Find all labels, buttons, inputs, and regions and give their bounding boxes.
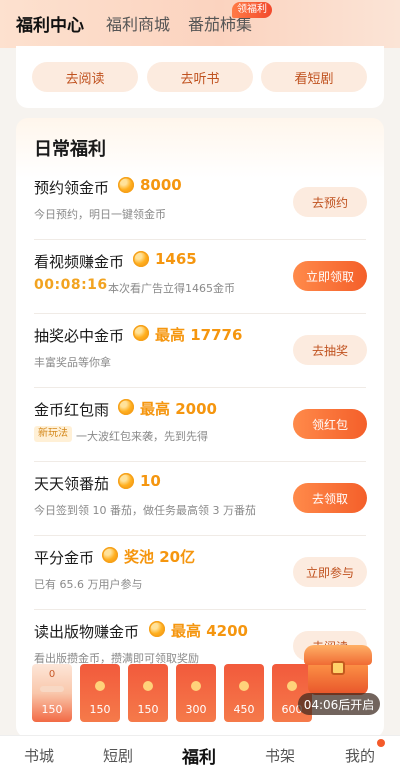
task-row-red-packet-rain: 金币红包雨 最高 2000 新玩法 一大波红包来袭，先到先得 领红包 <box>16 388 384 462</box>
tab-welfare-center[interactable]: 福利中心 <box>16 11 84 36</box>
task-title: 平分金币 <box>34 549 95 567</box>
go-listen-button[interactable]: 去听书 <box>147 62 253 92</box>
coin-icon <box>118 399 134 415</box>
nav-bookstore[interactable]: 书城 <box>24 745 54 766</box>
envelope-value: 150 <box>41 703 63 716</box>
task-row-video: 看视频赚金币 1465 00:08:16 本次看广告立得1465金币 立即领取 <box>16 240 384 314</box>
envelope-seal-icon <box>287 681 297 691</box>
coin-icon <box>133 325 149 341</box>
envelope-value: 150 <box>137 703 159 716</box>
envelope-seal-icon <box>239 681 249 691</box>
task-subtitle: 已有 65.6 万用户参与 <box>34 578 143 591</box>
new-feature-tag: 新玩法 <box>34 426 72 442</box>
envelope-seal-icon <box>143 681 153 691</box>
task-amount: 1465 <box>155 250 197 268</box>
coin-icon <box>118 473 134 489</box>
task-amount: 10 <box>140 472 161 490</box>
chest-lock-icon <box>331 661 345 675</box>
treasure-chest-icon[interactable] <box>302 645 374 695</box>
envelope-value: 150 <box>89 703 111 716</box>
envelope-progress-text: 0 <box>48 669 56 680</box>
task-title: 抽奖必中金币 <box>34 327 125 345</box>
tab-welfare-mall[interactable]: 福利商城 <box>106 11 170 35</box>
task-subtitle: 今日预约，明日一键领金币 <box>34 208 166 221</box>
envelope-value: 450 <box>233 703 255 716</box>
watch-drama-button[interactable]: 看短剧 <box>261 62 367 92</box>
task-title: 天天领番茄 <box>34 475 110 493</box>
nav-short-drama[interactable]: 短剧 <box>103 745 133 766</box>
coin-icon <box>118 177 134 193</box>
task-title: 看视频赚金币 <box>34 253 125 271</box>
nav-profile[interactable]: 我的 <box>345 745 375 766</box>
tab-badge: 领福利 <box>232 2 272 18</box>
coin-icon <box>149 621 165 637</box>
task-row-share-coins: 平分金币 奖池 20亿 已有 65.6 万用户参与 立即参与 <box>16 536 384 610</box>
task-title: 读出版物赚金币 <box>34 623 140 641</box>
envelope-seal-icon <box>191 681 201 691</box>
red-envelope[interactable]: 150 <box>80 664 120 722</box>
chest-countdown[interactable]: 04:06后开启 <box>298 693 380 715</box>
envelope-value: 300 <box>185 703 207 716</box>
notification-dot <box>377 739 385 747</box>
section-title: 日常福利 <box>34 139 106 160</box>
task-subtitle: 丰富奖品等你拿 <box>34 356 111 369</box>
lottery-button[interactable]: 去抽奖 <box>293 335 367 365</box>
claim-now-button[interactable]: 立即领取 <box>293 261 367 291</box>
go-read-button[interactable]: 去阅读 <box>32 62 138 92</box>
join-now-button[interactable]: 立即参与 <box>293 557 367 587</box>
red-envelope[interactable]: 150 <box>128 664 168 722</box>
bottom-navigation: 书城 短剧 福利 书架 我的 <box>0 735 400 782</box>
nav-bookshelf[interactable]: 书架 <box>265 745 295 766</box>
task-amount: 最高 4200 <box>171 622 248 640</box>
top-tab-bar: 福利中心 福利商城 番茄柿集 领福利 <box>0 0 400 48</box>
reserve-button[interactable]: 去预约 <box>293 187 367 217</box>
task-amount: 8000 <box>140 176 182 194</box>
red-envelope[interactable]: 300 <box>176 664 216 722</box>
task-subtitle: 本次看广告立得1465金币 <box>108 282 235 295</box>
nav-welfare[interactable]: 福利 <box>182 743 216 768</box>
task-row-reserve: 预约领金币 8000 今日预约，明日一键领金币 去预约 <box>16 166 384 240</box>
task-subtitle: 一大波红包来袭，先到先得 <box>76 430 208 443</box>
red-envelope[interactable]: 0 150 <box>32 664 72 722</box>
envelope-seal-icon <box>95 681 105 691</box>
go-claim-button[interactable]: 去领取 <box>293 483 367 513</box>
red-envelope-strip: 0 150 150 150 300 450 600 <box>32 664 332 724</box>
task-title: 预约领金币 <box>34 179 110 197</box>
countdown-timer: 00:08:16 <box>34 277 108 293</box>
task-amount: 最高 17776 <box>155 326 243 344</box>
red-envelope[interactable]: 450 <box>224 664 264 722</box>
task-amount: 奖池 20亿 <box>124 548 196 566</box>
quick-actions-card: 去阅读 去听书 看短剧 <box>16 46 384 108</box>
task-subtitle: 今日签到领 10 番茄，做任务最高领 3 万番茄 <box>34 504 256 517</box>
task-title: 金币红包雨 <box>34 401 110 419</box>
coin-icon <box>102 547 118 563</box>
task-row-tomato: 天天领番茄 10 今日签到领 10 番茄，做任务最高领 3 万番茄 去领取 <box>16 462 384 536</box>
task-amount: 最高 2000 <box>140 400 217 418</box>
envelope-progress-bar <box>40 686 64 692</box>
coin-icon <box>133 251 149 267</box>
task-row-lottery: 抽奖必中金币 最高 17776 丰富奖品等你拿 去抽奖 <box>16 314 384 388</box>
claim-red-packet-button[interactable]: 领红包 <box>293 409 367 439</box>
